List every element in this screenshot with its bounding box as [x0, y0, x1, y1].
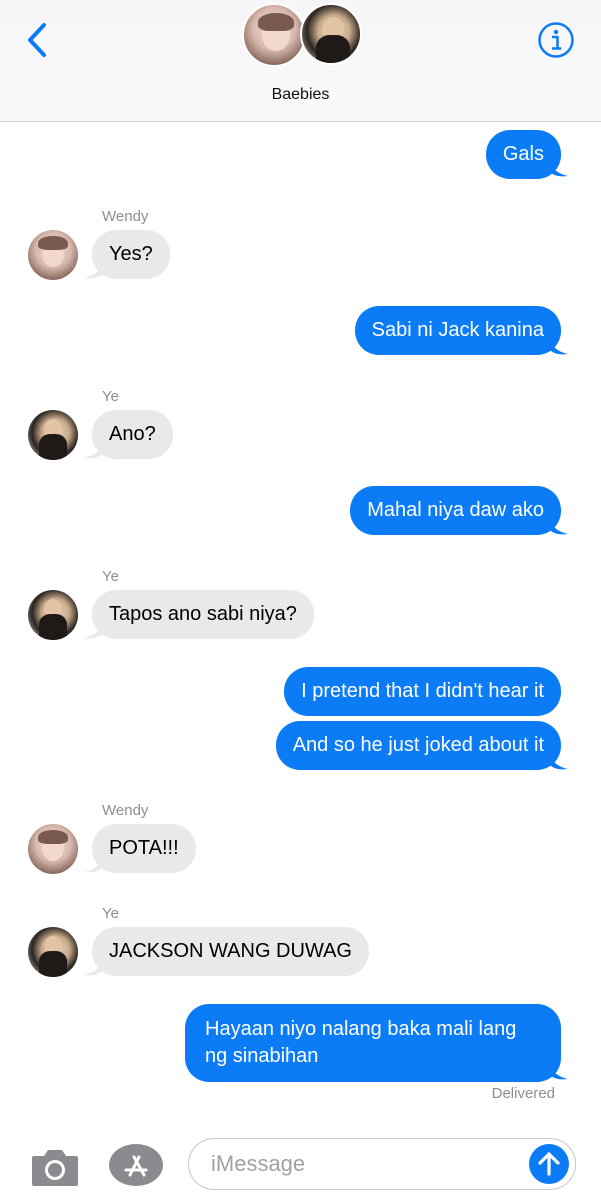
avatar-wendy[interactable]	[28, 230, 78, 280]
sender-name: Ye	[102, 568, 119, 585]
send-arrow-up-icon	[538, 1152, 560, 1176]
info-button[interactable]	[537, 21, 575, 59]
bubble-tail	[548, 1059, 568, 1080]
back-button[interactable]	[22, 22, 52, 58]
avatar-ye	[300, 3, 362, 65]
sender-name: Ye	[102, 388, 119, 405]
delivery-status: Delivered	[491, 1085, 555, 1102]
avatar-ye[interactable]	[28, 927, 78, 977]
message-bubble-outgoing[interactable]: Sabi ni Jack kanina	[354, 306, 561, 355]
message-thread[interactable]: Gals Wendy Yes? Sabi ni Jack kanina Ye A…	[0, 122, 601, 1130]
camera-button[interactable]	[30, 1146, 80, 1188]
avatar-ye[interactable]	[28, 590, 78, 640]
message-bubble-outgoing[interactable]: Hayaan niyo nalang baka mali lang ng sin…	[185, 1004, 561, 1082]
message-bubble-outgoing[interactable]: And so he just joked about it	[275, 721, 561, 770]
bubble-tail	[548, 514, 568, 535]
message-bubble-outgoing[interactable]: Mahal niya daw ako	[350, 486, 561, 535]
info-icon	[538, 22, 574, 58]
composer-bar	[0, 1130, 601, 1200]
message-bubble-incoming[interactable]: POTA!!!	[92, 824, 196, 873]
app-store-icon	[109, 1144, 163, 1186]
send-button[interactable]	[529, 1144, 569, 1184]
conversation-header: Baebies	[0, 0, 601, 122]
group-name[interactable]: Baebies	[0, 86, 601, 104]
sender-name: Wendy	[102, 208, 149, 225]
avatar-wendy	[242, 3, 306, 67]
message-bubble-incoming[interactable]: Tapos ano sabi niya?	[92, 590, 314, 639]
group-avatars[interactable]	[242, 3, 362, 73]
message-bubble-incoming[interactable]: Yes?	[92, 230, 170, 279]
message-bubble-incoming[interactable]: Ano?	[92, 410, 173, 459]
bubble-tail	[548, 334, 568, 355]
message-bubble-incoming[interactable]: JACKSON WANG DUWAG	[92, 927, 369, 976]
camera-icon	[32, 1150, 78, 1186]
message-field[interactable]	[188, 1138, 576, 1190]
sender-name: Wendy	[102, 802, 149, 819]
avatar-wendy[interactable]	[28, 824, 78, 874]
chevron-left-icon	[28, 23, 46, 57]
sender-name: Ye	[102, 905, 119, 922]
app-store-button[interactable]	[108, 1143, 164, 1187]
message-input[interactable]	[211, 1149, 511, 1179]
avatar-ye[interactable]	[28, 410, 78, 460]
bubble-tail	[548, 749, 568, 770]
message-bubble-outgoing[interactable]: I pretend that I didn't hear it	[284, 667, 561, 716]
bubble-tail	[548, 156, 568, 177]
